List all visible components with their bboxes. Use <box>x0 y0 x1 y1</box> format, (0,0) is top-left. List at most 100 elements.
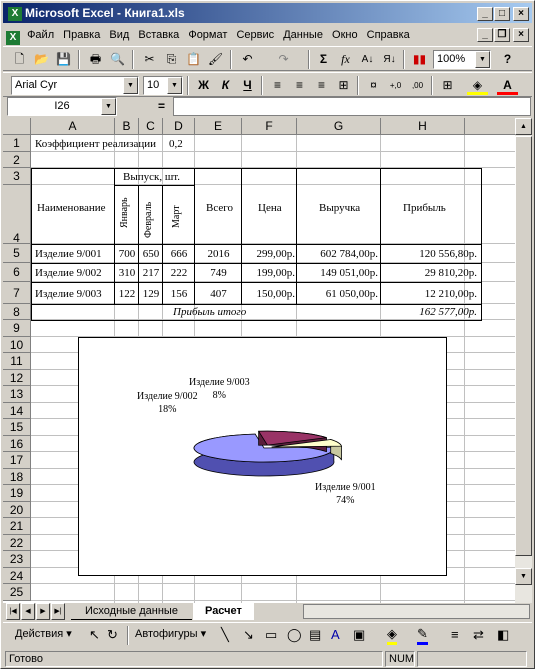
cut-icon[interactable]: ✂ <box>139 50 160 69</box>
oval-icon[interactable]: ◯ <box>287 627 302 643</box>
increase-decimal-icon[interactable]: +,0 <box>385 76 406 95</box>
zoom-select[interactable]: 100% ▼ <box>433 50 491 69</box>
doc-minimize-button[interactable]: _ <box>477 28 493 42</box>
menu-view[interactable]: Вид <box>106 25 132 45</box>
row-header-1[interactable]: 1 <box>3 135 31 152</box>
menu-window[interactable]: Окно <box>329 25 361 45</box>
prev-sheet-button[interactable]: ◀ <box>21 603 35 620</box>
col-header-g[interactable]: G <box>297 118 381 135</box>
chart-wizard-icon[interactable]: ▮▮ <box>409 50 430 69</box>
row-header-16[interactable]: 16 <box>3 436 31 452</box>
pie-chart[interactable]: Изделие 9/002 18% Изделие 9/003 8% Изделие… <box>78 337 447 576</box>
row-header-21[interactable]: 21 <box>3 518 31 535</box>
merge-center-icon[interactable]: ⊞ <box>333 76 354 95</box>
name-box[interactable]: I26 ▼ <box>7 97 117 116</box>
horizontal-scrollbar[interactable] <box>303 604 530 619</box>
italic-button[interactable]: К <box>215 76 236 95</box>
row-header-25[interactable]: 25 <box>3 584 31 601</box>
row-header-2[interactable]: 2 <box>3 152 31 168</box>
menu-edit[interactable]: Правка <box>60 25 103 45</box>
row-header-19[interactable]: 19 <box>3 485 31 502</box>
new-icon[interactable]: 🗋 <box>9 50 30 69</box>
menu-help[interactable]: Справка <box>364 25 413 45</box>
textbox-icon[interactable]: ▤ <box>309 627 321 643</box>
align-center-icon[interactable]: ≡ <box>289 76 310 95</box>
row-header-23[interactable]: 23 <box>3 551 31 568</box>
underline-button[interactable]: Ч <box>237 76 258 95</box>
align-right-icon[interactable]: ≡ <box>311 76 332 95</box>
scroll-up-button[interactable]: ▲ <box>515 118 532 135</box>
col-header-a[interactable]: A <box>31 118 115 135</box>
row-header-10[interactable]: 10 <box>3 337 31 353</box>
function-icon[interactable]: fx <box>335 50 356 69</box>
row-header-6[interactable]: 6 <box>3 263 31 282</box>
font-size-select[interactable]: 10 ▼ <box>143 76 183 95</box>
redo-icon[interactable]: ↷ <box>273 50 294 69</box>
scroll-thumb[interactable] <box>515 136 532 556</box>
print-icon[interactable]: 🖶 <box>85 50 106 69</box>
menu-format[interactable]: Формат <box>185 25 230 45</box>
col-header-d[interactable]: D <box>163 118 195 135</box>
row-header-12[interactable]: 12 <box>3 370 31 386</box>
decrease-decimal-icon[interactable]: ,00 <box>407 76 428 95</box>
menu-data[interactable]: Данные <box>280 25 326 45</box>
maximize-button[interactable]: □ <box>494 7 510 21</box>
line-icon[interactable]: ╲ <box>221 627 229 643</box>
tab-source-data[interactable]: Исходные данные <box>71 603 192 620</box>
rectangle-icon[interactable]: ▭ <box>265 627 277 643</box>
row-header-9[interactable]: 9 <box>3 320 31 337</box>
sort-asc-icon[interactable]: A↓ <box>357 50 378 69</box>
row-header-8[interactable]: 8 <box>3 304 31 320</box>
row-header-17[interactable]: 17 <box>3 452 31 469</box>
currency-icon[interactable]: ¤ <box>363 76 384 95</box>
minimize-button[interactable]: _ <box>477 7 493 21</box>
formula-input[interactable] <box>173 97 531 116</box>
row-header-7[interactable]: 7 <box>3 282 31 304</box>
col-header-e[interactable]: E <box>195 118 242 135</box>
copy-icon[interactable]: ⎘ <box>161 50 182 69</box>
col-header-c[interactable]: C <box>139 118 163 135</box>
select-all-corner[interactable] <box>3 118 31 135</box>
autosum-icon[interactable]: Σ <box>313 50 334 69</box>
col-header-h[interactable]: H <box>381 118 465 135</box>
doc-close-button[interactable]: × <box>513 28 529 42</box>
help-icon[interactable]: ? <box>497 50 518 69</box>
wordart-icon[interactable]: A <box>331 627 340 642</box>
row-header-3[interactable]: 3 <box>3 168 31 185</box>
row-header-20[interactable]: 20 <box>3 502 31 518</box>
bold-button[interactable]: Ж <box>193 76 214 95</box>
row-header-5[interactable]: 5 <box>3 244 31 263</box>
first-sheet-button[interactable]: |◀ <box>6 603 20 620</box>
arrow-icon[interactable]: ↘ <box>243 627 254 643</box>
row-header-22[interactable]: 22 <box>3 535 31 551</box>
preview-icon[interactable]: 🔍 <box>107 50 128 69</box>
borders-icon[interactable]: ⊞ <box>437 76 458 95</box>
scroll-down-button[interactable]: ▼ <box>515 568 532 585</box>
align-left-icon[interactable]: ≡ <box>267 76 288 95</box>
row-header-13[interactable]: 13 <box>3 386 31 403</box>
save-icon[interactable]: 💾 <box>53 50 74 69</box>
row-header-14[interactable]: 14 <box>3 403 31 419</box>
fill-bucket-icon[interactable]: ◈ <box>387 626 397 645</box>
select-objects-icon[interactable]: ↖ <box>89 627 100 643</box>
menu-insert[interactable]: Вставка <box>135 25 182 45</box>
fill-color-icon[interactable]: ◈ <box>467 76 488 95</box>
row-header-18[interactable]: 18 <box>3 469 31 485</box>
clipart-icon[interactable]: ▣ <box>353 627 365 643</box>
free-rotate-icon[interactable]: ↻ <box>107 627 118 643</box>
vertical-scrollbar[interactable]: ▲ ▼ <box>515 118 532 603</box>
next-sheet-button[interactable]: ▶ <box>36 603 50 620</box>
row-header-15[interactable]: 15 <box>3 419 31 436</box>
row-header-4[interactable]: 4 <box>3 185 31 245</box>
actions-menu[interactable]: Действия ▾ <box>15 627 72 640</box>
doc-restore-button[interactable]: ❐ <box>494 28 510 42</box>
open-icon[interactable]: 📂 <box>31 50 52 69</box>
line-style-icon[interactable]: ≡ <box>451 627 459 642</box>
sort-desc-icon[interactable]: Я↓ <box>379 50 400 69</box>
col-header-b[interactable]: B <box>115 118 139 135</box>
close-button[interactable]: × <box>513 7 529 21</box>
font-color-icon[interactable]: A <box>497 76 518 95</box>
autoshapes-menu[interactable]: Автофигуры ▾ <box>135 627 206 640</box>
worksheet-grid[interactable]: A B C D E F G H 1 2 3 4 5 6 7 8 9 10 11 12 13 14 15 16 1… <box>3 118 515 603</box>
row-header-11[interactable]: 11 <box>3 353 31 370</box>
